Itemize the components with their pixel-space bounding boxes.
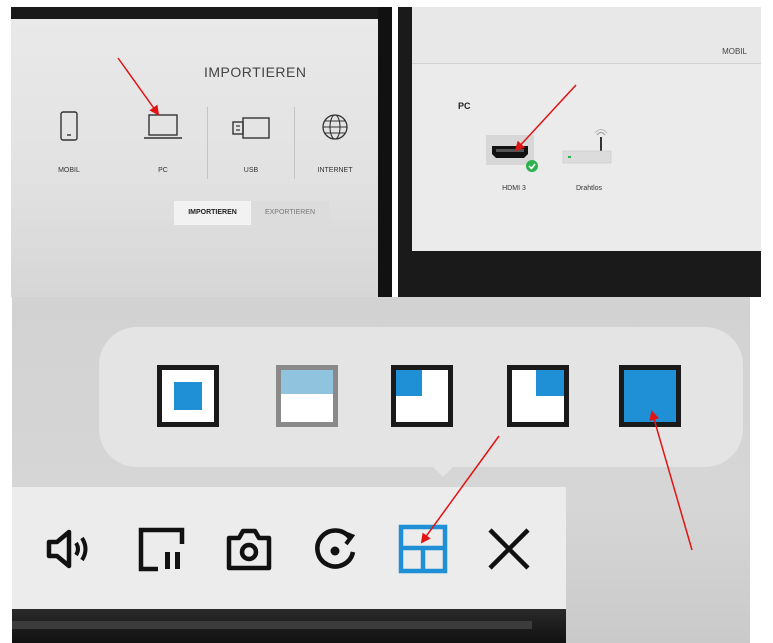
source-label: HDMI 3 [502,185,526,192]
layout-center-small[interactable] [157,365,219,427]
globe-icon [322,114,348,140]
import-item-label: USB [243,167,259,174]
close-icon[interactable] [484,524,534,574]
tab-exportieren[interactable]: EXPORTIEREN [251,201,329,225]
rotate-icon[interactable] [310,524,360,574]
tv-bezel [378,7,392,297]
import-item-label: MOBIL [58,167,80,174]
screen-pause-icon[interactable] [136,524,186,574]
smartphone-icon [60,111,78,141]
laptop-icon [144,114,182,139]
split-top-icon [281,370,333,394]
section-title-pc: PC [458,101,471,111]
popup-pointer [431,465,455,477]
camera-icon[interactable] [224,524,274,574]
hdmi-icon [486,135,538,172]
pc-sources-header [412,7,761,63]
grid-layout-icon[interactable] [398,524,448,574]
layout-full[interactable] [619,365,681,427]
import-export-tabs: IMPORTIEREN EXPORTIEREN [174,201,329,225]
pc-sources-photo: MOBIL PC HDMI 3 Drahtlos [398,7,761,297]
window-bar [12,621,532,629]
source-label: Drahtlos [575,185,603,192]
pip-top-right-icon [536,370,564,396]
import-item-label: PC [158,167,168,174]
import-item-label: INTERNET [317,167,353,174]
pip-top-left-icon [396,370,422,396]
import-menu-title: IMPORTIEREN [204,64,307,80]
pip-center-icon [174,382,202,410]
divider [294,107,295,179]
import-menu-photo: IMPORTIEREN MOBIL PC USB INTERNET IMPORT… [11,7,392,297]
divider [207,107,208,179]
header-label-mobil[interactable]: MOBIL [722,47,747,56]
display-bottom-edge [12,609,566,643]
screen-toolbar [12,487,566,612]
connected-check-icon [526,160,538,172]
layout-top-left[interactable] [391,365,453,427]
import-menu-screen: IMPORTIEREN MOBIL PC USB INTERNET IMPORT… [11,19,378,297]
toolbar-closeup-photo [12,297,750,643]
volume-icon[interactable] [45,524,95,574]
layout-top-right[interactable] [507,365,569,427]
usb-icon [232,117,270,139]
wireless-router-icon [562,129,612,164]
layout-top-half[interactable] [276,365,338,427]
tab-importieren[interactable]: IMPORTIEREN [174,201,251,225]
